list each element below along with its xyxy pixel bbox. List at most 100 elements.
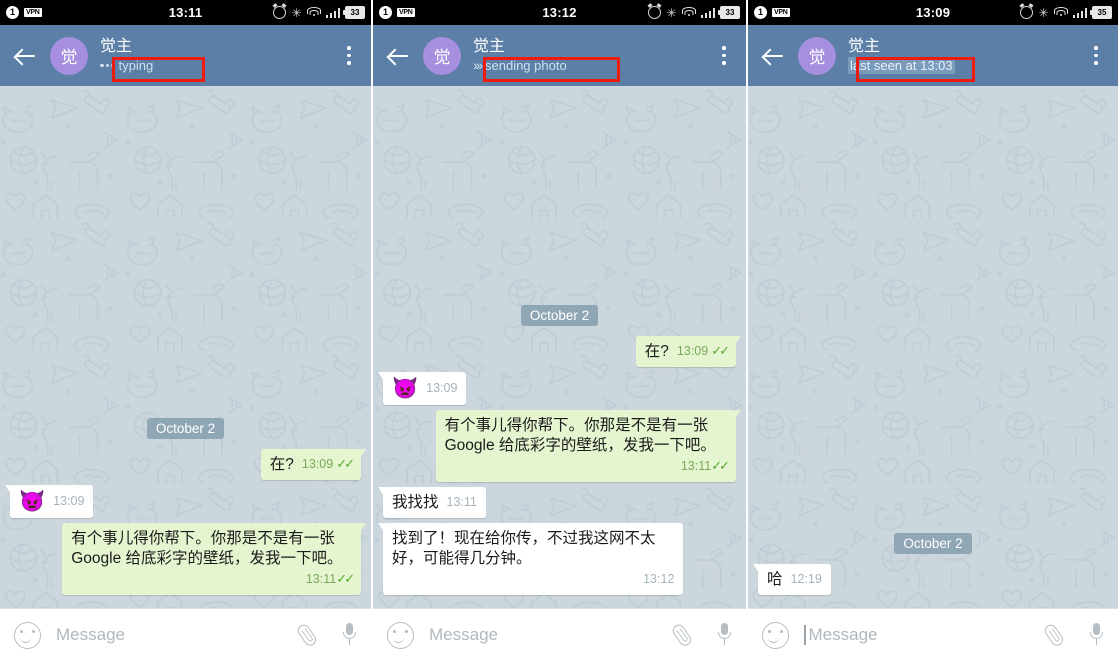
message-row: 找到了！现在给你传，不过我这网不太好，可能得几分钟。 13:12 [377, 523, 736, 595]
message-meta: 13:09 [53, 491, 84, 511]
paperclip-icon[interactable] [1039, 618, 1072, 652]
sim-badge-icon: 1 [754, 6, 767, 19]
paperclip-icon[interactable] [292, 618, 325, 652]
message-time: 13:11 [305, 572, 337, 586]
wifi-icon [681, 7, 696, 18]
contact-status-label: last seen at 13:03 [850, 58, 953, 73]
message-text: 有个事儿得你帮下。你那是不是有一张 Google 给底彩字的壁纸，发我一下吧。 [444, 417, 716, 454]
message-bubble[interactable]: 找到了！现在给你传，不过我这网不太好，可能得几分钟。 13:12 [377, 523, 684, 595]
header-text-block: 觉主 last seen at 13:03 [848, 37, 1084, 74]
message-row: 👿 13:09 [377, 372, 736, 405]
date-separator: October 2 [758, 533, 1108, 554]
typing-dots-icon [100, 63, 115, 68]
chat-area: October 2 在? 13:09 ✓✓ 👿 13:09 有个事儿得你帮下。你那是不是有一… [0, 86, 371, 608]
message-meta: 13:09 ✓✓ [677, 341, 730, 361]
message-row: 👿 13:09 [4, 485, 361, 518]
avatar[interactable]: 觉 [423, 36, 461, 75]
read-ticks-icon: ✓✓ [711, 458, 730, 473]
battery-icon: 35 [1090, 6, 1112, 19]
message-text: 找到了！现在给你传，不过我这网不太好，可能得几分钟。 [392, 530, 656, 567]
message-input-placeholder: Message [429, 625, 498, 644]
message-time: 13:12 [643, 572, 675, 586]
message-text: 在? [644, 343, 669, 360]
signal-icon [325, 7, 340, 18]
message-list: October 2 在? 13:09 ✓✓ 👿 13:09 有个事儿得你帮下。你那是不是有一… [4, 408, 367, 608]
bluetooth-icon: ✳ [1038, 5, 1049, 20]
smiley-icon[interactable] [762, 621, 789, 649]
overflow-menu-button[interactable] [337, 41, 361, 71]
read-ticks-icon: ✓✓ [336, 456, 355, 471]
vpn-badge-icon: VPN [24, 8, 42, 17]
read-ticks-icon: ✓✓ [336, 571, 355, 586]
avatar[interactable]: 觉 [50, 36, 88, 75]
date-separator: October 2 [10, 418, 361, 439]
message-time: 13:11 [680, 459, 712, 473]
message-bubble[interactable]: 在? 13:09 ✓✓ [635, 336, 742, 367]
message-meta: 13:11✓✓ [453, 456, 730, 476]
back-button[interactable] [758, 41, 788, 71]
back-button[interactable] [383, 41, 413, 71]
date-separator-label: October 2 [894, 533, 972, 554]
message-input-bar: Message [748, 608, 1118, 661]
message-row: 有个事儿得你帮下。你那是不是有一张 Google 给底彩字的壁纸，发我一下吧。 1… [10, 523, 366, 595]
message-bubble[interactable]: 👿 13:09 [377, 372, 467, 405]
app-bar: 觉觉主 typing [0, 25, 371, 86]
message-bubble[interactable]: 有个事儿得你帮下。你那是不是有一张 Google 给底彩字的壁纸，发我一下吧。 1… [62, 523, 366, 595]
status-bar-right-icons: ✳ 33 [273, 6, 365, 19]
message-text: 哈 [767, 571, 783, 588]
overflow-menu-button[interactable] [712, 41, 736, 71]
text-cursor [804, 625, 806, 645]
bluetooth-icon: ✳ [291, 5, 302, 20]
message-bubble[interactable]: 👿 13:09 [4, 485, 94, 518]
microphone-icon[interactable] [341, 622, 357, 648]
message-bubble[interactable]: 在? 13:09 ✓✓ [260, 449, 367, 480]
message-row: 我找找 13:11 [378, 487, 736, 518]
status-bar: 1 VPN 13:09 ✳ 35 [748, 0, 1118, 25]
message-row: 在? 13:09 ✓✓ [383, 336, 742, 367]
avatar[interactable]: 觉 [798, 36, 836, 75]
message-input-field[interactable]: Message [56, 625, 297, 645]
paperclip-icon[interactable] [667, 618, 700, 652]
message-input-placeholder: Message [56, 625, 125, 644]
contact-status-label: sending photo [485, 58, 567, 73]
message-row: 有个事儿得你帮下。你那是不是有一张 Google 给底彩字的壁纸，发我一下吧。 1… [383, 410, 742, 482]
message-bubble[interactable]: 有个事儿得你帮下。你那是不是有一张 Google 给底彩字的壁纸，发我一下吧。 1… [435, 410, 742, 482]
alarm-icon [648, 6, 662, 19]
message-input-field[interactable]: Message [429, 625, 672, 645]
message-time: 13:11 [446, 495, 477, 509]
status-bar: 1 VPN 13:12 ✳ 33 [373, 0, 746, 25]
message-list: October 2 在? 13:09 ✓✓ 👿 13:09 有个事儿得你帮下。你那是不是有一… [377, 295, 742, 608]
message-meta: 13:11✓✓ [79, 569, 355, 589]
chat-area: October 2 在? 13:09 ✓✓ 👿 13:09 有个事儿得你帮下。你那是不是有一… [373, 86, 746, 608]
microphone-icon[interactable] [716, 622, 732, 648]
overflow-menu-button[interactable] [1084, 41, 1108, 71]
battery-icon: 33 [718, 6, 740, 19]
sending-chevrons-icon: ››› [473, 57, 483, 73]
message-bubble[interactable]: 我找找 13:11 [378, 487, 486, 518]
message-row: 在? 13:09 ✓✓ [10, 449, 367, 480]
message-bubble[interactable]: 哈 12:19 [753, 564, 831, 595]
header-text-block: 觉主 ››› sending photo [473, 37, 712, 74]
vpn-badge-icon: VPN [397, 8, 415, 17]
message-meta: 13:12 [400, 569, 674, 589]
vpn-badge-icon: VPN [772, 8, 790, 17]
message-list: October 2 哈 12:19 [753, 523, 1108, 608]
status-bar: 1 VPN 13:11 ✳ 33 [0, 0, 371, 25]
message-time: 13:09 [426, 381, 458, 396]
contact-status: ››› sending photo [473, 57, 567, 74]
status-bar-left-icons: 1 VPN [379, 6, 415, 19]
app-bar: 觉觉主 ››› sending photo [373, 25, 746, 86]
smiley-icon[interactable] [387, 621, 414, 649]
contact-status-label: typing [118, 58, 154, 73]
message-row: 哈 12:19 [753, 564, 1108, 595]
app-bar: 觉觉主 last seen at 13:03 [748, 25, 1118, 86]
message-meta: 13:09 [426, 378, 457, 398]
back-button[interactable] [10, 41, 40, 71]
status-bar-right-icons: ✳ 35 [1020, 6, 1112, 19]
smiley-icon[interactable] [14, 621, 41, 649]
message-input-field[interactable]: Message [804, 625, 1044, 645]
message-input-bar: Message [373, 608, 746, 661]
message-meta: 13:09 ✓✓ [302, 454, 355, 474]
message-emoji: 👿 [19, 490, 46, 513]
microphone-icon[interactable] [1088, 622, 1104, 648]
